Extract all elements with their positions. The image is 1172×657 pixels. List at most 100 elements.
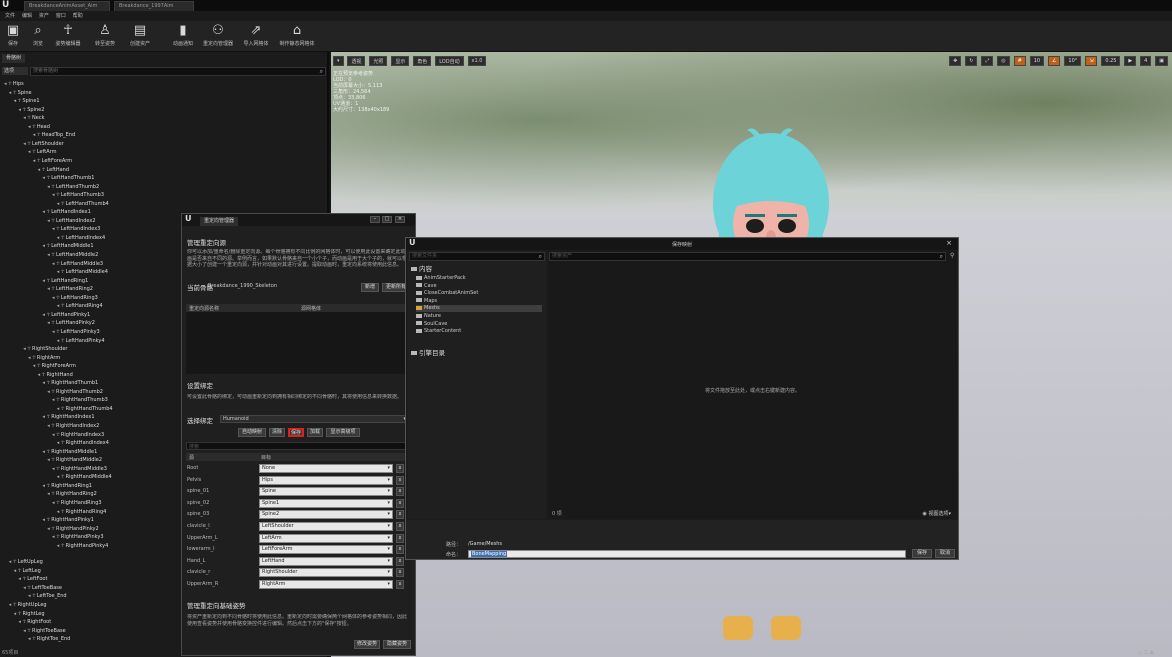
save-dialog-titlebar[interactable]: U 保存映射 × <box>406 238 958 250</box>
scale-icon[interactable]: ⤢ <box>981 56 994 66</box>
rotate-icon[interactable]: ↻ <box>965 56 978 66</box>
bone-item[interactable]: ◂ ☥LeftHandPinky3 <box>52 329 100 336</box>
grid-snap-icon[interactable]: # <box>1013 56 1026 66</box>
bone-item[interactable]: ◂ ☥RightForeArm <box>33 363 76 370</box>
folder-item[interactable]: Meshs <box>416 305 542 313</box>
character-button[interactable]: 角色 <box>413 56 432 66</box>
options-dropdown[interactable]: 选项 <box>2 67 28 75</box>
bone-item[interactable]: ◂ ☥LeftHandMiddle4 <box>57 269 108 276</box>
bone-item[interactable]: ◂ ☥RightShoulder <box>23 346 67 353</box>
bone-item[interactable]: ◂ ☥RightHandIndex4 <box>57 440 109 447</box>
new-source-button[interactable]: 新增 <box>361 283 379 292</box>
bone-item[interactable]: ◂ ☥LeftHandIndex4 <box>57 235 105 242</box>
rotation-snap-icon[interactable]: ∠ <box>1047 56 1061 66</box>
lod-button[interactable]: LOD自动 <box>435 56 464 66</box>
import-mesh-button[interactable]: ⇗ 导入网格体 <box>240 23 272 47</box>
source-list[interactable] <box>186 312 411 374</box>
scale-snap-value[interactable]: 0.25 <box>1101 56 1121 66</box>
document-tab-1[interactable]: BreakdanceAnimAsset_Aim <box>24 1 110 11</box>
bone-item[interactable]: ◂ ☥LeftArm <box>28 149 57 156</box>
menu-window[interactable]: 窗口 <box>56 12 66 19</box>
retarget-manager-tab[interactable]: 重定向管理器 <box>200 217 239 226</box>
clear-mapping-button[interactable]: x <box>396 510 404 520</box>
bone-item[interactable]: ◂ ☥LeftHand <box>38 167 69 174</box>
bone-item[interactable]: ◂ ☥RightHandMiddle4 <box>57 474 112 481</box>
bone-item[interactable]: ◂ ☥RightHandRing1 <box>42 483 92 490</box>
bone-item[interactable]: ◂ ☥Spine2 <box>18 107 44 114</box>
clear-mapping-button[interactable]: x <box>396 580 404 589</box>
bone-item[interactable]: ◂ ☥RightHandIndex3 <box>52 432 104 439</box>
bone-item[interactable]: ◂ ☥LeftHandThumb1 <box>42 175 94 182</box>
anim-notify-button[interactable]: ▮ 动画通知 <box>168 23 198 47</box>
bone-item[interactable]: ◂ ☥RightHandRing2 <box>47 491 97 498</box>
auto-map-button[interactable]: 自动映射 <box>238 428 266 437</box>
minimize-button[interactable]: – <box>370 216 380 223</box>
save-mapping-button[interactable]: 保存 <box>288 428 304 437</box>
folder-search-input[interactable]: 搜索文件夹 ⌕ <box>409 252 545 261</box>
bone-item[interactable]: ◂ ☥LeftHandThumb4 <box>57 201 109 208</box>
bone-item[interactable]: ◂ ☥LeftHandRing3 <box>52 295 98 302</box>
bone-item[interactable]: ◂ ☥RightHand <box>38 372 73 379</box>
bone-item[interactable]: ◂ ☥RightFoot <box>18 619 51 626</box>
bone-item[interactable]: ◂ ☥HeadTop_End <box>33 132 75 139</box>
bone-item[interactable]: ◂ ☥Head <box>28 124 50 131</box>
clear-mapping-button[interactable]: x <box>396 464 404 473</box>
bone-item[interactable]: ◂ ☥RightHandIndex1 <box>42 414 94 421</box>
maximize-viewport-icon[interactable]: ▣ <box>1155 56 1168 66</box>
load-mapping-button[interactable]: 加载 <box>307 428 323 437</box>
world-space-icon[interactable]: ◎ <box>997 56 1010 66</box>
pose-editor-button[interactable]: ☥ 姿势编辑器 <box>50 23 86 47</box>
camera-speed-value[interactable]: 4 <box>1140 56 1152 66</box>
mapping-target-dropdown[interactable]: Spine1 ▾ <box>259 498 393 508</box>
maximize-button[interactable]: □ <box>382 216 392 223</box>
bone-item[interactable]: ◂ ☥LeftHandRing4 <box>57 303 103 310</box>
modify-pose-button[interactable]: 修改姿势 <box>354 640 380 649</box>
create-asset-button[interactable]: ▤ 创建资产 <box>124 23 156 47</box>
skeleton-search-input[interactable]: 搜索骨骼树 ⌕ <box>30 67 326 76</box>
folder-item[interactable]: CloseCombatAnimSet <box>416 290 542 297</box>
bone-item[interactable]: ◂ ☥LeftHandIndex2 <box>47 218 95 225</box>
bone-item[interactable]: ◂ ☥RightHandPinky2 <box>47 526 99 533</box>
mapping-target-dropdown[interactable]: RightShoulder ▾ <box>259 568 393 578</box>
mapping-target-dropdown[interactable]: LeftForeArm ▾ <box>259 545 393 555</box>
close-icon[interactable]: × <box>946 239 952 247</box>
clear-mapping-button[interactable]: x <box>396 556 404 566</box>
bone-item[interactable]: ◂ ☥RightHandThumb3 <box>52 397 108 404</box>
menu-file[interactable]: 文件 <box>5 12 15 19</box>
bone-item[interactable]: ◂ ☥LeftHandMiddle3 <box>52 261 103 268</box>
clear-button[interactable]: 清除 <box>269 428 285 437</box>
menu-help[interactable]: 帮助 <box>73 12 83 19</box>
mapping-target-dropdown[interactable]: Spine ▾ <box>259 487 393 497</box>
perspective-button[interactable]: 透视 <box>347 56 366 66</box>
folder-item[interactable]: Nature <box>416 313 542 320</box>
bone-item[interactable]: ◂ ☥Spine1 <box>14 98 40 105</box>
bone-item[interactable]: ◂ ☥RightHandIndex2 <box>47 423 99 430</box>
dialog-cancel-button[interactable]: 取消 <box>935 549 955 558</box>
bone-item[interactable]: ◂ ☥RightHandPinky1 <box>42 517 94 524</box>
bone-item[interactable]: ◂ ☥RightToe_End <box>28 636 70 643</box>
scale-snap-icon[interactable]: ⇲ <box>1085 56 1098 66</box>
clear-mapping-button[interactable]: x <box>396 533 404 543</box>
clear-mapping-button[interactable]: x <box>396 487 404 497</box>
retarget-manager-button[interactable]: ⚇ 重定向管理器 <box>200 23 236 47</box>
lit-button[interactable]: 光照 <box>369 56 388 66</box>
rotation-snap-value[interactable]: 10° <box>1064 56 1082 66</box>
bone-item[interactable]: ◂ ☥LeftHandIndex1 <box>42 209 90 216</box>
bone-item[interactable]: ◂ ☥RightHandMiddle2 <box>47 457 102 464</box>
bone-item[interactable]: ◂ ☥RightHandMiddle3 <box>52 466 107 473</box>
mapping-target-dropdown[interactable]: LeftHand ▾ <box>259 556 393 566</box>
bone-item[interactable]: ◂ ☥LeftHandThumb2 <box>47 184 99 191</box>
lock-icon[interactable]: ⚲ <box>950 252 954 259</box>
menu-asset[interactable]: 资产 <box>39 12 49 19</box>
browse-button[interactable]: ⌕ 浏览 <box>28 23 48 47</box>
bone-item[interactable]: ◂ ☥RightHandRing4 <box>57 509 107 516</box>
bone-item[interactable]: ◂ ☥LeftFoot <box>18 576 47 583</box>
asset-view-panel[interactable]: 搜索资产 ⌕ ⚲ 将文件拖放至此处，或点击右键新建内容。 0 项 ◉ 视图选项▾ <box>548 251 957 519</box>
select-rig-dropdown[interactable]: Humanoid▾ <box>220 415 409 423</box>
bone-item[interactable]: ◂ ☥RightHandPinky3 <box>52 534 104 541</box>
clear-mapping-button[interactable]: x <box>396 545 404 555</box>
folder-item[interactable]: Maps <box>416 298 542 305</box>
view-options-button[interactable]: ◉ 视图选项▾ <box>923 510 951 517</box>
bone-item[interactable]: ◂ ☥LeftHandMiddle1 <box>42 243 93 250</box>
translate-icon[interactable]: ✥ <box>949 56 962 66</box>
